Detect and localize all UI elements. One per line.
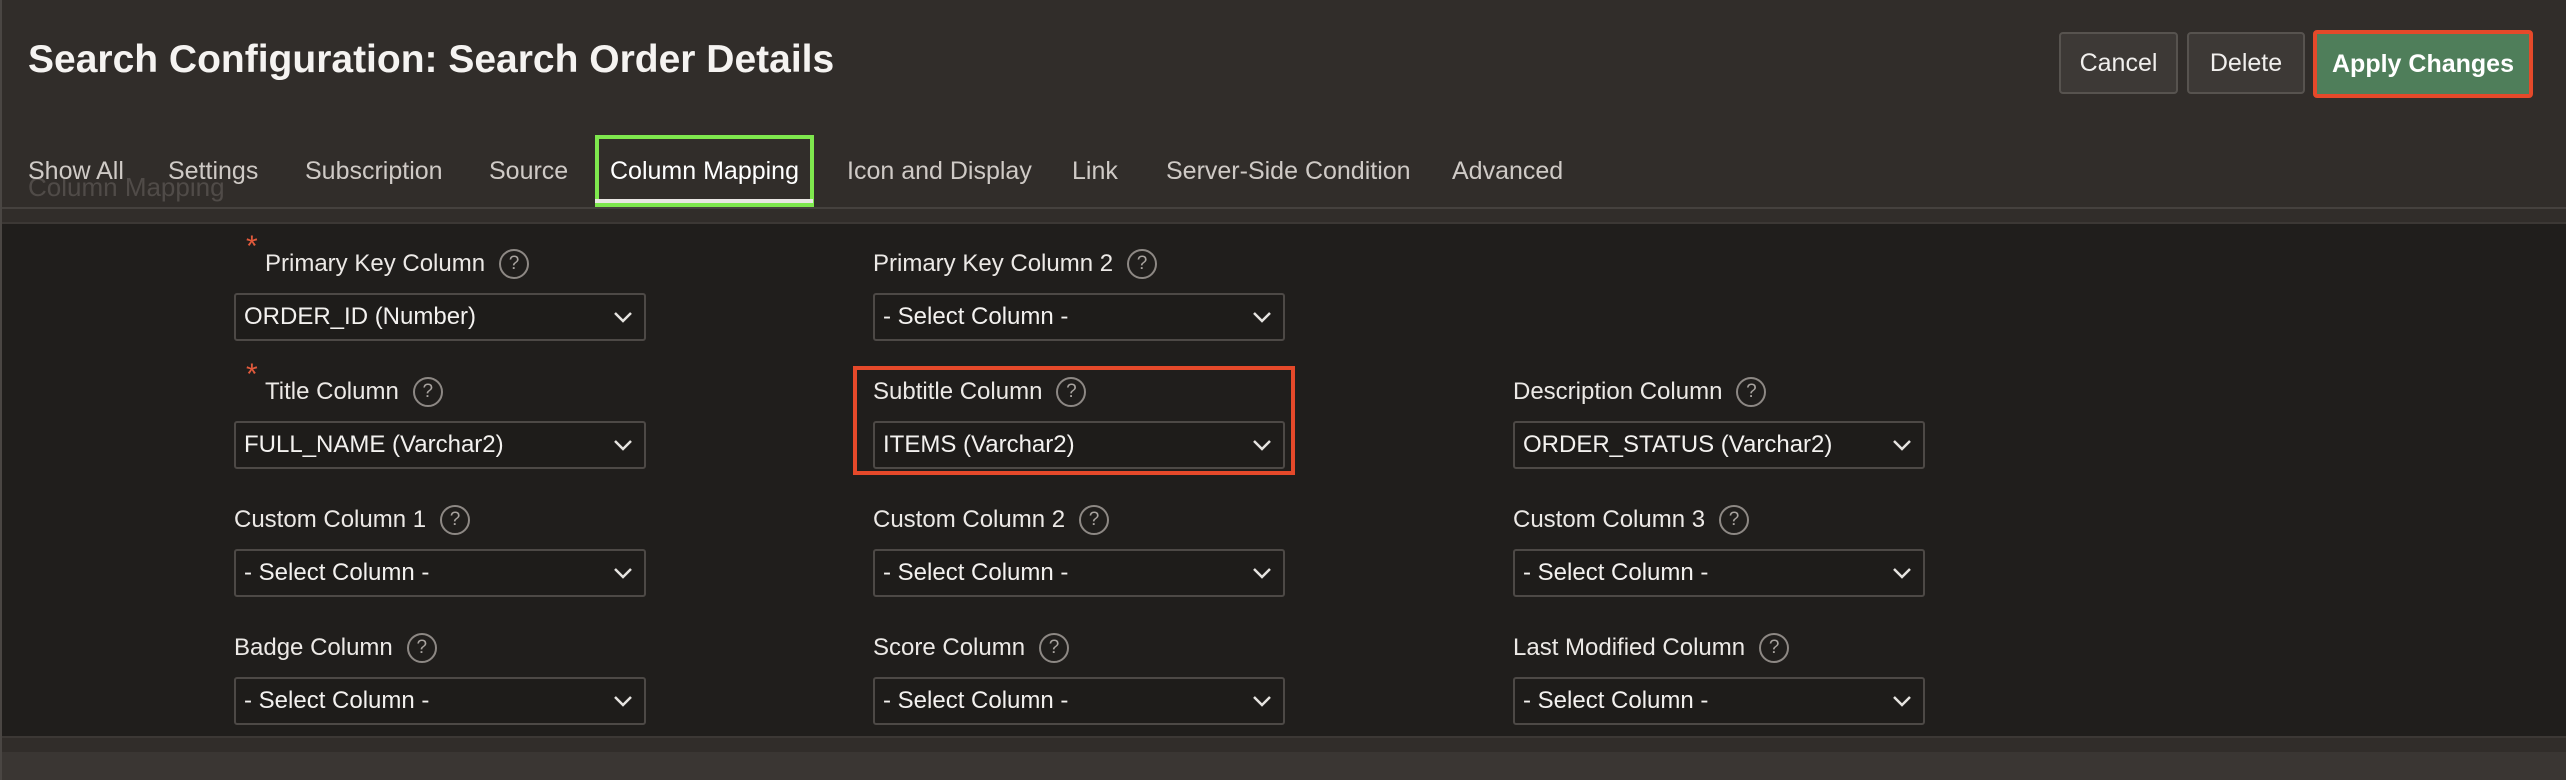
custom-column-1-label: Custom Column 1 — [234, 506, 427, 533]
title-column-select[interactable]: FULL_NAME (Varchar2) — [234, 421, 646, 469]
tab-link[interactable]: Link — [1072, 135, 1118, 207]
score-column-value: - Select Column - — [883, 687, 1069, 714]
chevron-down-icon — [602, 439, 644, 451]
help-icon[interactable]: ? — [499, 249, 530, 279]
chevron-down-icon — [1881, 567, 1923, 579]
delete-button[interactable]: Delete — [2187, 32, 2305, 94]
last-modified-column-value: - Select Column - — [1523, 687, 1709, 714]
required-asterisk: * — [246, 230, 258, 263]
custom-column-1-value: - Select Column - — [244, 559, 430, 586]
help-icon[interactable]: ? — [1079, 505, 1110, 535]
primary-key-column-value: ORDER_ID (Number) — [244, 303, 477, 330]
help-icon[interactable]: ? — [1127, 249, 1158, 279]
last-modified-column-select[interactable]: - Select Column - — [1513, 677, 1925, 725]
custom-column-2-value: - Select Column - — [883, 559, 1069, 586]
description-column-label: Description Column — [1513, 378, 1723, 405]
tab-server-side-condition[interactable]: Server-Side Condition — [1166, 135, 1411, 207]
chevron-down-icon — [1241, 439, 1283, 451]
primary-key-column-2-value: - Select Column - — [883, 303, 1069, 330]
chevron-down-icon — [1241, 695, 1283, 707]
custom-column-2-select[interactable]: - Select Column - — [873, 549, 1285, 597]
chevron-down-icon — [1881, 439, 1923, 451]
primary-key-column-select[interactable]: ORDER_ID (Number) — [234, 293, 646, 341]
custom-column-3-label: Custom Column 3 — [1513, 506, 1706, 533]
custom-column-3-value: - Select Column - — [1523, 559, 1709, 586]
required-asterisk: * — [246, 358, 258, 391]
tab-show-all[interactable]: Show All — [28, 135, 124, 207]
description-column-select[interactable]: ORDER_STATUS (Varchar2) — [1513, 421, 1925, 469]
help-icon[interactable]: ? — [1736, 377, 1767, 407]
last-modified-column-label: Last Modified Column — [1513, 634, 1746, 661]
subtitle-column-value: ITEMS (Varchar2) — [883, 431, 1075, 458]
badge-column-value: - Select Column - — [244, 687, 430, 714]
help-icon[interactable]: ? — [406, 633, 437, 663]
help-icon[interactable]: ? — [1759, 633, 1790, 663]
help-icon[interactable]: ? — [1039, 633, 1070, 663]
custom-column-1-select[interactable]: - Select Column - — [234, 549, 646, 597]
subtitle-column-select[interactable]: ITEMS (Varchar2) — [873, 421, 1285, 469]
subtitle-column-label: Subtitle Column — [873, 378, 1043, 405]
tab-settings[interactable]: Settings — [168, 135, 258, 207]
chevron-down-icon — [602, 567, 644, 579]
chevron-down-icon — [602, 311, 644, 323]
help-icon[interactable]: ? — [412, 377, 443, 407]
tab-bar: Show All Settings Subscription Source Co… — [2, 135, 2566, 207]
cancel-button[interactable]: Cancel — [2059, 32, 2178, 94]
chevron-down-icon — [602, 695, 644, 707]
tab-subscription[interactable]: Subscription — [305, 135, 443, 207]
footer-region — [2, 752, 2566, 780]
score-column-label: Score Column — [873, 634, 1026, 661]
tab-column-mapping[interactable]: Column Mapping — [595, 135, 814, 207]
primary-key-column-2-select[interactable]: - Select Column - — [873, 293, 1285, 341]
chevron-down-icon — [1241, 311, 1283, 323]
description-column-value: ORDER_STATUS (Varchar2) — [1523, 431, 1833, 458]
primary-key-column-2-label: Primary Key Column 2 — [873, 250, 1114, 277]
badge-column-label: Badge Column — [234, 634, 393, 661]
chevron-down-icon — [1241, 567, 1283, 579]
tab-advanced[interactable]: Advanced — [1452, 135, 1563, 207]
custom-column-3-select[interactable]: - Select Column - — [1513, 549, 1925, 597]
help-icon[interactable]: ? — [1056, 377, 1087, 407]
primary-key-column-label: Primary Key Column — [265, 250, 486, 277]
tab-icon-and-display[interactable]: Icon and Display — [847, 135, 1032, 207]
divider — [2, 207, 2566, 209]
help-icon[interactable]: ? — [440, 505, 471, 535]
apply-changes-button[interactable]: Apply Changes — [2313, 30, 2533, 98]
tab-source[interactable]: Source — [489, 135, 568, 207]
title-column-value: FULL_NAME (Varchar2) — [244, 431, 504, 458]
page: Search Configuration: Search Order Detai… — [0, 0, 2566, 780]
active-tab-indicator — [595, 199, 813, 203]
score-column-select[interactable]: - Select Column - — [873, 677, 1285, 725]
chevron-down-icon — [1881, 695, 1923, 707]
title-column-label: Title Column — [265, 378, 399, 405]
page-title: Search Configuration: Search Order Detai… — [28, 38, 835, 81]
badge-column-select[interactable]: - Select Column - — [234, 677, 646, 725]
custom-column-2-label: Custom Column 2 — [873, 506, 1066, 533]
help-icon[interactable]: ? — [1719, 505, 1750, 535]
page-header: Search Configuration: Search Order Detai… — [2, 0, 2566, 130]
